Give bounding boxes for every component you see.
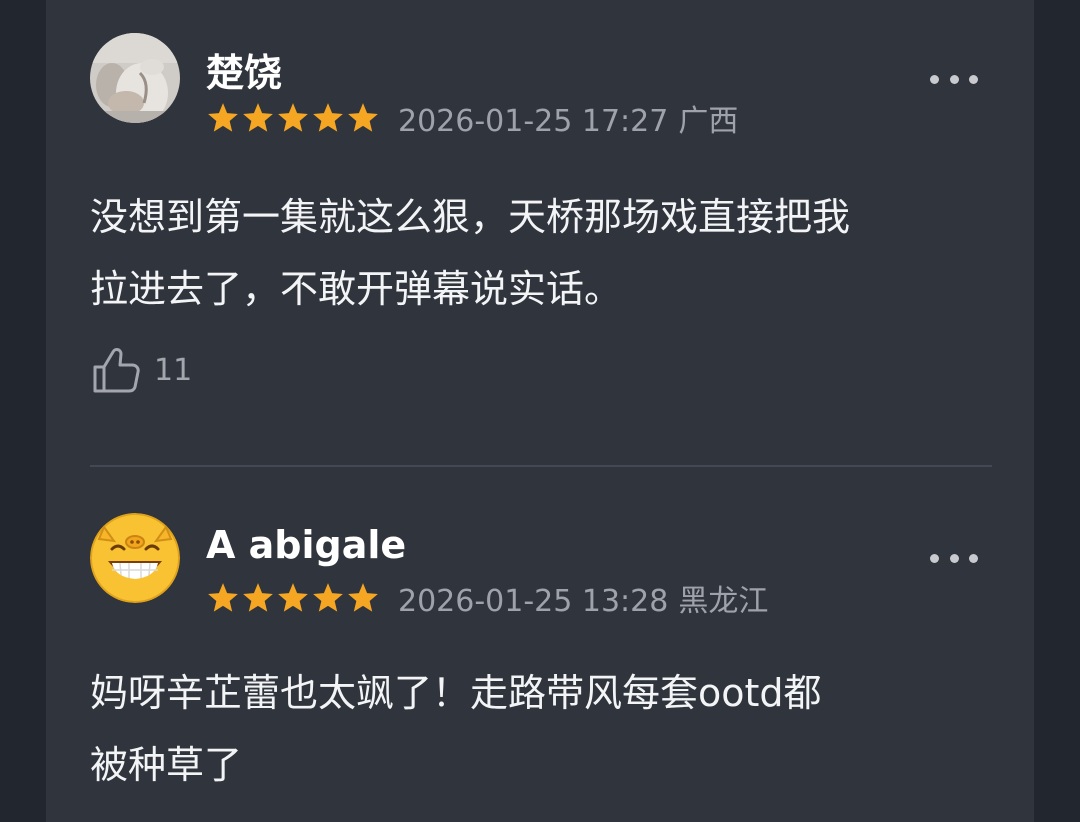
review-card: 楚饶 2026-01-25 17:27 广西 没想到第一集就这么狠，天桥那场戏直接… [46, 0, 1034, 466]
review-content-line: 没想到第一集就这么狠，天桥那场戏直接把我 [90, 195, 851, 239]
comments-panel: 楚饶 2026-01-25 17:27 广西 没想到第一集就这么狠，天桥那场戏直接… [46, 0, 1034, 822]
review-content: 没想到第一集就这么狠，天桥那场戏直接把我 拉进去了，不敢开弹幕说实话。 [90, 181, 1000, 325]
review-content-line: 妈呀辛芷蕾也太飒了！走路带风每套ootd都 [90, 671, 822, 715]
more-dots-icon [949, 553, 959, 563]
star-icon [208, 103, 238, 132]
review-meta: 2026-01-25 13:28 黑龙江 [206, 576, 768, 620]
star-icon [243, 103, 273, 132]
meta-text: 2026-01-25 17:27 广西 [398, 96, 738, 140]
like-count: 11 [154, 352, 193, 388]
review-location: 广西 [678, 104, 739, 139]
user-avatar[interactable] [90, 33, 180, 123]
user-avatar[interactable] [90, 513, 180, 603]
star-icon [348, 103, 378, 132]
thumbs-up-icon [93, 348, 140, 393]
grinning-pig-emoji-avatar-icon [90, 513, 180, 603]
user-photo-avatar-icon [90, 33, 180, 123]
star-rating [206, 581, 380, 615]
star-rating [206, 101, 380, 135]
more-options-button[interactable] [930, 67, 978, 91]
review-card: A abigale 2026-01-25 13:28 黑龙江 妈呀辛芷蕾也太飒了！… [46, 467, 1034, 822]
meta-text: 2026-01-25 13:28 黑龙江 [398, 576, 768, 620]
username[interactable]: 楚饶 [206, 42, 282, 97]
review-location: 黑龙江 [678, 584, 769, 619]
review-date: 2026-01-25 13:28 [398, 584, 669, 619]
star-icon [278, 103, 308, 132]
more-dots-icon [930, 74, 939, 84]
star-icon [313, 583, 343, 612]
review-content-line: 被种草了 [90, 743, 243, 787]
star-icon [278, 583, 308, 612]
review-content-line: 拉进去了，不敢开弹幕说实话。 [90, 267, 623, 311]
more-dots-icon [930, 553, 939, 563]
more-dots-icon [949, 74, 959, 84]
review-content: 妈呀辛芷蕾也太飒了！走路带风每套ootd都 被种草了 [90, 657, 1000, 801]
star-icon [313, 103, 343, 132]
review-meta: 2026-01-25 17:27 广西 [206, 96, 738, 140]
star-icon [348, 583, 378, 612]
more-dots-icon [969, 553, 978, 563]
more-options-button[interactable] [930, 546, 978, 570]
star-icon [243, 583, 273, 612]
username[interactable]: A abigale [206, 523, 406, 567]
like-button[interactable]: 11 [92, 345, 192, 395]
more-dots-icon [969, 74, 978, 84]
star-icon [208, 583, 238, 612]
review-date: 2026-01-25 17:27 [398, 104, 669, 139]
